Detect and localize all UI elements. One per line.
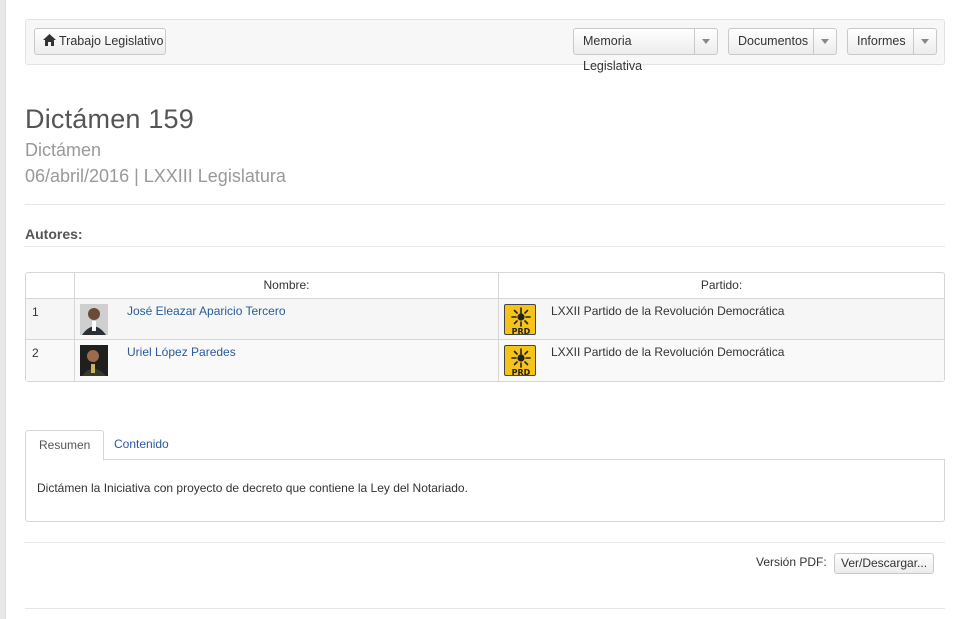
memoria-legislativa-caret-button[interactable] [694,28,718,55]
party-name: LXXII Partido de la Revolución Democráti… [551,304,785,318]
author-name-cell: Uriel López Paredes [75,340,499,381]
party-name: LXXII Partido de la Revolución Democráti… [551,345,785,359]
divider [25,246,945,247]
date-legislature: 06/abril/2016 | LXXIII Legislatura [25,166,286,186]
avatar [80,345,108,376]
memoria-legislativa-button[interactable]: Memoria Legislativa [573,28,695,73]
documentos-dropdown[interactable]: Documentos [728,28,838,55]
author-name-cell: José Eleazar Aparicio Tercero [75,299,499,340]
author-link[interactable]: José Eleazar Aparicio Tercero [127,304,286,318]
authors-table: Nombre: Partido: 1 José Eleazar Aparicio… [25,272,945,382]
divider [25,542,945,543]
prd-logo-text: PRD [512,327,531,335]
document-type: Dictámen [25,140,102,160]
informes-caret-button[interactable] [913,28,937,55]
ver-descargar-button[interactable]: Ver/Descargar... [834,553,935,574]
prd-logo-text: PRD [512,368,531,376]
table-header-row: Nombre: Partido: [26,273,944,299]
column-header-number [26,273,75,299]
content-tabs: Resumen Contenido [25,430,945,461]
prd-logo-icon: PRD [504,304,536,335]
summary-pane: Dictámen la Iniciativa con proyecto de d… [25,459,945,522]
pdf-version-label: Versión PDF: [756,555,827,569]
summary-text: Dictámen la Iniciativa con proyecto de d… [37,481,468,495]
page-title: Dictámen 159 [25,104,194,134]
divider [25,204,945,205]
column-header-name: Nombre: [75,273,499,299]
left-scroll-edge [0,0,6,619]
authors-heading: Autores: [25,226,83,242]
tab-contenido[interactable]: Contenido [101,430,182,460]
row-number: 2 [26,340,75,381]
row-number: 1 [26,299,75,340]
party-cell: PRD LXXII Partido de la Revolución Democ… [499,299,944,340]
home-button-label: Trabajo Legislativo [59,34,164,48]
chevron-down-icon [821,39,829,44]
table-row: 1 José Eleazar Aparicio Tercero PRD LXXI… [26,299,944,340]
author-link[interactable]: Uriel López Paredes [127,345,236,359]
trabajo-legislativo-button[interactable]: Trabajo Legislativo [34,28,166,55]
informes-button[interactable]: Informes [847,28,914,55]
party-cell: PRD LXXII Partido de la Revolución Democ… [499,340,944,381]
top-navbar: Trabajo Legislativo Memoria Legislativa … [25,19,945,73]
documentos-caret-button[interactable] [813,28,837,55]
home-icon [43,34,56,46]
informes-dropdown[interactable]: Informes [847,28,938,55]
tab-resumen[interactable]: Resumen [25,430,105,461]
prd-logo-icon: PRD [504,345,536,376]
documentos-button[interactable]: Documentos [728,28,814,55]
chevron-down-icon [702,39,710,44]
column-header-party: Partido: [499,273,944,299]
avatar [80,304,108,335]
divider [25,608,945,609]
memoria-legislativa-dropdown[interactable]: Memoria Legislativa [573,28,719,73]
table-row: 2 Uriel López Paredes PRD LXXII Partido … [26,340,944,381]
chevron-down-icon [921,39,929,44]
